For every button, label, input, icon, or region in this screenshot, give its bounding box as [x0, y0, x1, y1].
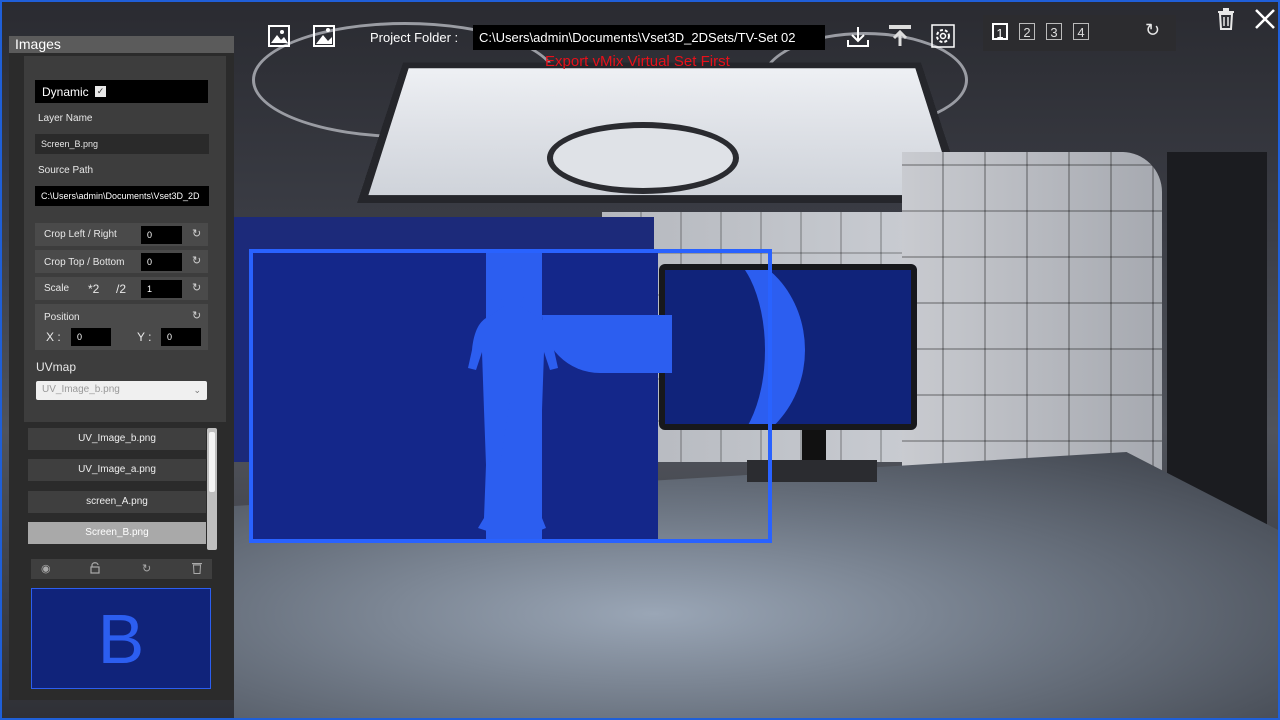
position-row: Position ↻ X : 0 Y : 0 [35, 304, 208, 350]
crop-tb-input[interactable]: 0 [141, 253, 182, 271]
refresh-icon[interactable]: ↻ [142, 562, 151, 575]
position-y-label: Y : [137, 330, 152, 344]
layout-selector: 1 2 3 4 ↻ [983, 15, 1176, 51]
chevron-down-icon: ⌄ [193, 385, 201, 395]
project-folder-label: Project Folder : [370, 30, 459, 45]
crop-tb-label: Crop Top / Bottom [44, 257, 125, 268]
position-y-input[interactable]: 0 [161, 328, 201, 346]
list-item[interactable]: screen_A.png [28, 491, 206, 513]
layer-name-field[interactable]: Screen_B.png [35, 134, 209, 154]
trash-icon[interactable] [1216, 8, 1236, 30]
vset3d-app: Project Folder : C:\Users\admin\Document… [0, 0, 1280, 720]
ceiling-ring [547, 122, 739, 194]
panel-title: Images [9, 36, 234, 53]
download-icon[interactable] [846, 24, 870, 48]
settings-icon[interactable] [931, 24, 955, 48]
layout-button-1[interactable]: 1 [992, 23, 1008, 41]
scale-label: Scale [44, 283, 70, 294]
export-warning: Export vMix Virtual Set First [545, 53, 730, 70]
dynamic-row: Dynamic ✓ [35, 80, 208, 103]
add-image-icon[interactable] [267, 24, 291, 48]
position-x-input[interactable]: 0 [71, 328, 111, 346]
dynamic-checkbox[interactable]: ✓ [95, 86, 106, 97]
crop-left-right-row: Crop Left / Right 0 ↻ [35, 223, 208, 246]
project-folder-path[interactable]: C:\Users\admin\Documents\Vset3D_2DSets/T… [473, 25, 825, 50]
scale-row: Scale *2 /2 1 ↻ [35, 277, 208, 300]
list-item-selected[interactable]: Screen_B.png [28, 522, 206, 544]
dynamic-label: Dynamic [42, 85, 89, 99]
source-path-field[interactable]: C:\Users\admin\Documents\Vset3D_2D [35, 186, 209, 206]
layer-graphic [253, 253, 658, 539]
eye-icon[interactable]: ◉ [41, 562, 51, 575]
add-image-alt-icon[interactable] [312, 24, 336, 48]
images-panel: Images Dynamic ✓ Layer Name Screen_B.png… [9, 36, 234, 700]
uvmap-dropdown[interactable]: UV_Image_b.png ⌄ [36, 381, 207, 400]
reset-position-icon[interactable]: ↻ [192, 309, 201, 322]
list-item[interactable]: UV_Image_b.png [28, 428, 206, 450]
crop-lr-label: Crop Left / Right [44, 229, 117, 240]
reset-crop-tb-icon[interactable]: ↻ [192, 254, 201, 267]
image-list: UV_Image_b.png UV_Image_a.png screen_A.p… [28, 428, 218, 550]
source-path-label: Source Path [38, 165, 94, 176]
layer-preview: B [31, 588, 211, 689]
layout-button-4[interactable]: 4 [1073, 23, 1089, 40]
crop-lr-input[interactable]: 0 [141, 226, 182, 244]
layout-button-3[interactable]: 3 [1046, 23, 1062, 40]
uvmap-selected: UV_Image_b.png [42, 384, 120, 395]
trash-icon[interactable] [192, 562, 202, 574]
list-item[interactable]: UV_Image_a.png [28, 459, 206, 481]
layer-properties: Dynamic ✓ Layer Name Screen_B.png Source… [24, 56, 226, 422]
reset-scale-icon[interactable]: ↻ [192, 281, 201, 294]
upload-icon[interactable] [888, 24, 912, 48]
scale-double-button[interactable]: *2 [88, 282, 99, 296]
position-x-label: X : [46, 330, 61, 344]
layout-button-2[interactable]: 2 [1019, 23, 1035, 40]
reset-crop-lr-icon[interactable]: ↻ [192, 227, 201, 240]
crop-top-bottom-row: Crop Top / Bottom 0 ↻ [35, 250, 208, 273]
scale-half-button[interactable]: /2 [116, 282, 126, 296]
layer-name-label: Layer Name [38, 113, 93, 124]
scale-input[interactable]: 1 [141, 280, 182, 298]
list-scroll-thumb[interactable] [209, 432, 215, 492]
refresh-icon[interactable]: ↻ [1145, 20, 1160, 41]
talent-silhouette [468, 264, 558, 532]
position-label: Position [44, 312, 80, 323]
close-icon[interactable] [1254, 8, 1276, 30]
layer-toolbar: ◉ ↻ [31, 559, 212, 579]
uvmap-label: UVmap [36, 360, 77, 374]
lock-icon[interactable] [90, 562, 100, 574]
